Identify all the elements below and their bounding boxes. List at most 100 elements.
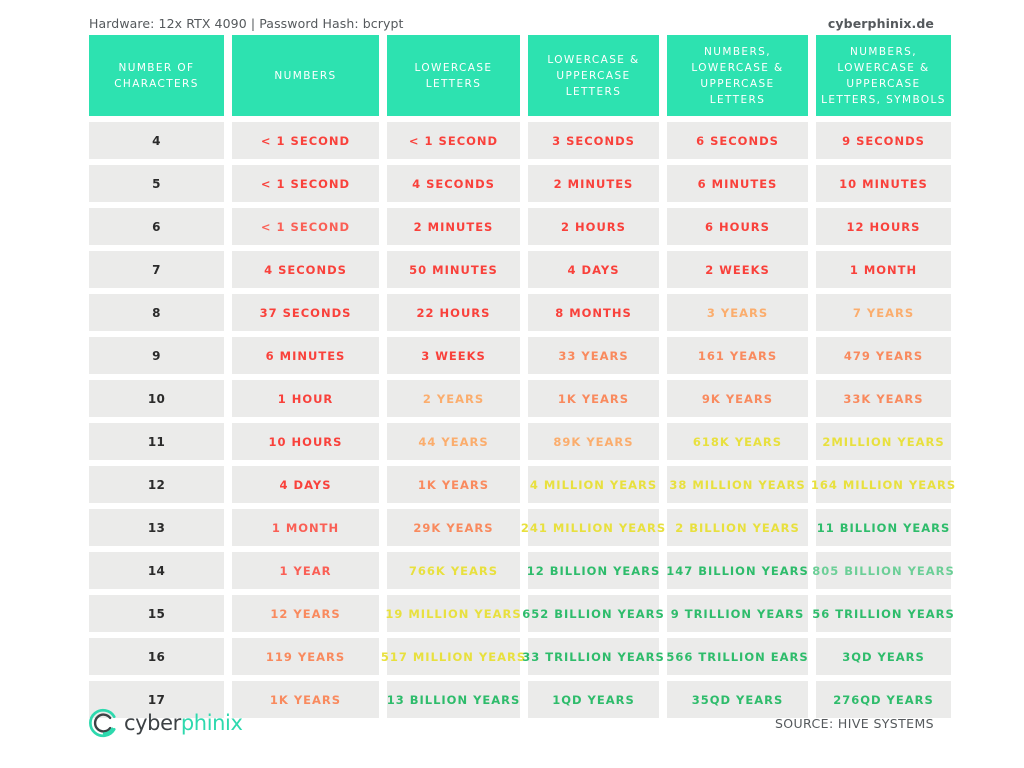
table-row: 16 119 YEARS 517 MILLION YEARS 33 TRILLION … [89,638,951,675]
table-row: 74 SECONDS 50 MINUTES 4 DAYS 2 WEEKS 1 MONTH [89,251,951,288]
column-header-5: NUMBERS, LOWERCASE & UPPERCASE LETTERS, … [816,35,951,116]
crack-time-cell: 4 SECONDS [387,165,520,202]
crack-time-cell: 44 YEARS [387,423,520,460]
crack-time-cell: 3 YEARS [667,294,808,331]
char-count-cell: 11 [89,423,224,460]
table-body: 4 < 1 SECOND < 1 SECOND 3 SECONDS 6 SECONDS 9… [89,122,955,718]
char-count-cell: 6 [89,208,224,245]
crack-time-cell: 4 DAYS [232,466,379,503]
table-row: 12 4 DAYS 1K YEARS 4 MILLION YEARS 38 MILLIO… [89,466,955,503]
crack-time-cell: 2 YEARS [387,380,520,417]
crack-time-cell: 2 WEEKS [667,251,808,288]
crack-time-cell: 1K YEARS [387,466,520,503]
crack-time-cell: 1 YEAR [232,552,379,589]
table-row: 6 < 1 SECOND 2 MINUTES 2 HOURS 6 HOURS 12 HOU… [89,208,951,245]
char-count-cell: 8 [89,294,224,331]
infographic-page: Hardware: 12x RTX 4090 | Password Hash: … [0,0,1024,768]
crack-time-cell: 12 BILLION YEARS [527,552,659,589]
char-count-cell: 9 [89,337,224,374]
table-row: 5 < 1 SECOND 4 SECONDS 2 MINUTES 6 MINUTES 10… [89,165,951,202]
char-count-cell: 10 [89,380,224,417]
top-bar: Hardware: 12x RTX 4090 | Password Hash: … [89,14,934,32]
crack-time-cell: 3 SECONDS [528,122,659,159]
crack-time-cell: 6 SECONDS [667,122,808,159]
table-row: 8 37 SECONDS 22 HOURS 8 MONTHS 3 YEARS 7 YEAR… [89,294,951,331]
table-row: 15 12 YEARS 19 MILLION YEARS 652 BILLION YE… [89,595,954,632]
crack-time-cell: 9 SECONDS [816,122,951,159]
hardware-info-label: Hardware: 12x RTX 4090 | Password Hash: … [89,15,404,31]
crack-time-cell: 517 MILLION YEARS [381,638,525,675]
cyberphinix-logo[interactable]: cyberphinix [89,708,243,738]
char-count-cell: 5 [89,165,224,202]
footer: cyberphinix SOURCE: HIVE SYSTEMS [89,702,934,744]
crack-time-cell: 119 YEARS [232,638,379,675]
table-header-row: NUMBER OF CHARACTERS NUMBERS LOWERCASE LET… [89,35,951,116]
crack-time-cell: 4 SECONDS [232,251,379,288]
crack-time-cell: 164 MILLION YEARS [811,466,955,503]
crack-time-cell: 89K YEARS [528,423,659,460]
column-header-1: NUMBERS [232,35,379,116]
crack-time-cell: 4 MILLION YEARS [528,466,659,503]
char-count-cell: 4 [89,122,224,159]
column-header-4: NUMBERS, LOWERCASE & UPPERCASE LETTERS [667,35,808,116]
crack-time-cell: 10 MINUTES [816,165,951,202]
logo-text-cyber: cyber [124,710,181,735]
column-header-0: NUMBER OF CHARACTERS [89,35,224,116]
logo-wordmark: cyberphinix [124,710,243,735]
crack-time-cell: 618K YEARS [667,423,808,460]
crack-time-cell: 9K YEARS [667,380,808,417]
char-count-cell: 14 [89,552,224,589]
crack-time-cell: 2 HOURS [528,208,659,245]
crack-time-cell: 2 MINUTES [387,208,520,245]
crack-time-cell: 1K YEARS [528,380,659,417]
crack-time-cell: 566 TRILLION EARS [666,638,808,675]
char-count-cell: 7 [89,251,224,288]
crack-time-cell: 12 YEARS [232,595,379,632]
char-count-cell: 12 [89,466,224,503]
crack-time-cell: 22 HOURS [387,294,520,331]
crack-time-cell: 3QD YEARS [816,638,951,675]
crack-time-cell: 161 YEARS [667,337,808,374]
crack-time-cell: 37 SECONDS [232,294,379,331]
crack-time-cell: 2 MINUTES [528,165,659,202]
crack-time-cell: 6 MINUTES [667,165,808,202]
crack-time-cell: 2 BILLION YEARS [667,509,808,546]
crack-time-cell: 19 MILLION YEARS [385,595,521,632]
crack-time-cell: 9 TRILLION YEARS [667,595,808,632]
crack-time-cell: 1 HOUR [232,380,379,417]
cyberphinix-c-logo-icon [89,708,116,738]
crack-time-cell: < 1 SECOND [387,122,520,159]
crack-time-cell: 147 BILLION YEARS [666,552,808,589]
table-row: 14 1 YEAR 766K YEARS 12 BILLION YEARS 147 BI… [89,552,954,589]
crack-time-cell: 6 MINUTES [232,337,379,374]
column-header-2: LOWERCASE LETTERS [387,35,520,116]
source-label: SOURCE: HIVE SYSTEMS [774,715,934,731]
crack-time-cell: 1 MONTH [816,251,951,288]
crack-time-cell: 33 TRILLION YEARS [522,638,664,675]
crack-time-cell: 8 MONTHS [528,294,659,331]
crack-time-cell: 241 MILLION YEARS [521,509,665,546]
site-name-label: cyberphinix.de [827,15,934,31]
column-header-3: LOWERCASE & UPPERCASE LETTERS [528,35,659,116]
crack-time-cell: 7 YEARS [816,294,951,331]
crack-time-cell: 1 MONTH [232,509,379,546]
table-row: 10 1 HOUR 2 YEARS 1K YEARS 9K YEARS 33K YEARS [89,380,951,417]
crack-time-cell: 805 BILLION YEARS [812,552,954,589]
crack-time-cell: 6 HOURS [667,208,808,245]
crack-time-cell: 50 MINUTES [387,251,520,288]
crack-time-cell: < 1 SECOND [232,122,379,159]
crack-time-cell: 29K YEARS [387,509,520,546]
password-crack-time-table: NUMBER OF CHARACTERS NUMBERS LOWERCASE LET… [89,35,955,718]
crack-time-cell: 33K YEARS [816,380,951,417]
crack-time-cell: 38 MILLION YEARS [667,466,808,503]
crack-time-cell: 766K YEARS [387,552,520,589]
char-count-cell: 13 [89,509,224,546]
crack-time-cell: 3 WEEKS [387,337,520,374]
table-row: 4 < 1 SECOND < 1 SECOND 3 SECONDS 6 SECONDS 9… [89,122,951,159]
crack-time-cell: 2MILLION YEARS [816,423,951,460]
crack-time-cell: 479 YEARS [816,337,951,374]
crack-time-cell: 11 BILLION YEARS [816,509,951,546]
crack-time-cell: 33 YEARS [528,337,659,374]
crack-time-cell: 652 BILLION YEARS [522,595,664,632]
char-count-cell: 16 [89,638,224,675]
